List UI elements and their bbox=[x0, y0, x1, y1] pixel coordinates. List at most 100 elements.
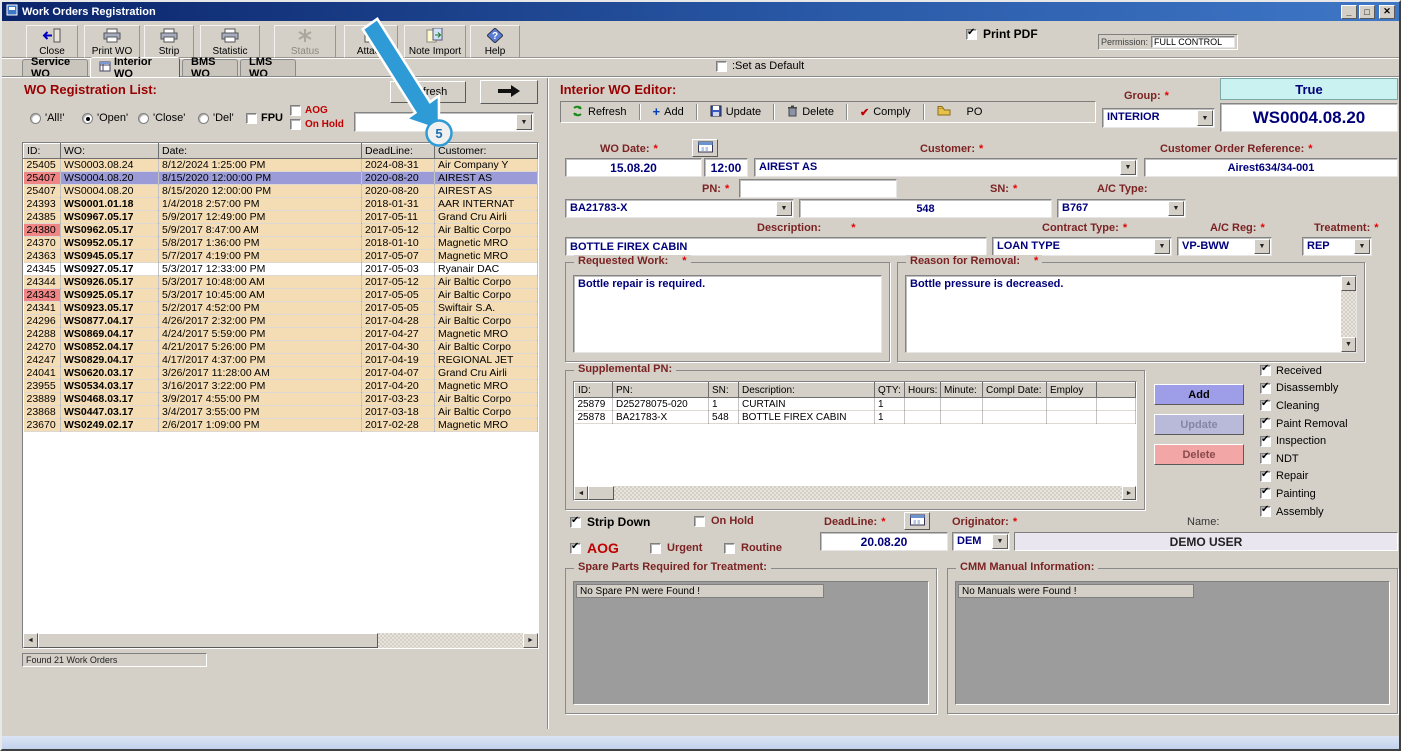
on-hold-checkbox[interactable] bbox=[694, 515, 705, 527]
reason-textarea[interactable]: Bottle pressure is decreased. ▲ ▼ bbox=[905, 275, 1357, 353]
table-row[interactable]: 24296 WS0877.04.17 4/26/2017 2:32:00 PM 201… bbox=[23, 314, 538, 328]
aog-checkbox[interactable] bbox=[570, 541, 581, 554]
print-wo-button[interactable]: Print WO bbox=[84, 25, 140, 58]
originator-dropdown[interactable]: DEM ▼ bbox=[952, 532, 1010, 551]
filter-on-hold-toggle[interactable]: On Hold bbox=[290, 119, 344, 130]
deadline-field[interactable]: 20.08.20 bbox=[820, 532, 948, 551]
chevron-down-icon[interactable]: ▼ bbox=[1197, 110, 1213, 126]
set-as-default-checkbox[interactable] bbox=[716, 60, 727, 72]
column-header[interactable]: SN: bbox=[708, 382, 739, 398]
routine-checkbox[interactable] bbox=[724, 542, 735, 554]
folder-button[interactable] bbox=[929, 103, 958, 121]
table-row[interactable]: 25407 WS0004.08.20 8/15/2020 12:00:00 PM 20… bbox=[23, 184, 538, 198]
column-header[interactable]: ID: bbox=[574, 382, 613, 398]
chevron-down-icon[interactable]: ▼ bbox=[1254, 239, 1270, 254]
scroll-right-icon[interactable]: ► bbox=[1122, 486, 1136, 500]
wo-list-hscrollbar[interactable]: ◄ ► bbox=[23, 633, 538, 648]
attach-button[interactable]: Attach bbox=[344, 25, 398, 58]
checkbox-icon[interactable] bbox=[1260, 469, 1271, 482]
filter-fpu-toggle[interactable]: FPU bbox=[246, 112, 283, 124]
aog-checkbox[interactable] bbox=[290, 105, 301, 116]
customer-order-reference-field[interactable]: Airest634/34-001 bbox=[1144, 158, 1398, 177]
treatment-checkbox-repair[interactable]: Repair bbox=[1260, 468, 1398, 486]
radio-icon[interactable] bbox=[82, 112, 93, 124]
set-as-default-toggle[interactable]: :Set as Default bbox=[716, 60, 804, 72]
table-row[interactable]: 24393 WS0001.01.18 1/4/2018 2:57:00 PM 2018… bbox=[23, 197, 538, 211]
treatment-checkbox-paint-removal[interactable]: Paint Removal bbox=[1260, 415, 1398, 433]
checkbox-icon[interactable] bbox=[1260, 504, 1271, 518]
table-row[interactable]: 24270 WS0852.04.17 4/21/2017 5:26:00 PM 201… bbox=[23, 340, 538, 354]
update-button[interactable]: Update bbox=[702, 103, 769, 121]
table-row[interactable]: 24343 WS0925.05.17 5/3/2017 10:45:00 AM 201… bbox=[23, 288, 538, 302]
tab-interior-wo[interactable]: Interior WO bbox=[90, 56, 180, 80]
chevron-down-icon[interactable]: ▼ bbox=[516, 114, 532, 130]
table-row[interactable]: 23868 WS0447.03.17 3/4/2017 3:55:00 PM 2017… bbox=[23, 405, 538, 419]
add-button[interactable]: + Add bbox=[645, 103, 691, 121]
delete-button[interactable]: Delete bbox=[780, 103, 841, 121]
table-row[interactable]: 25878 BA21783-X 548 BOTTLE FIREX CABIN 1 bbox=[574, 410, 1136, 424]
table-row[interactable]: 24247 WS0829.04.17 4/17/2017 4:37:00 PM 201… bbox=[23, 353, 538, 367]
routine-toggle[interactable]: Routine bbox=[724, 542, 782, 554]
scroll-left-icon[interactable]: ◄ bbox=[574, 486, 588, 500]
chevron-down-icon[interactable]: ▼ bbox=[1154, 239, 1170, 254]
column-header[interactable]: Date: bbox=[158, 143, 362, 159]
contract-type-dropdown[interactable]: LOAN TYPE ▼ bbox=[992, 237, 1172, 256]
help-button[interactable]: ? Help bbox=[470, 25, 520, 58]
column-header[interactable]: Minute: bbox=[940, 382, 983, 398]
comply-button[interactable]: ✔ Comply bbox=[852, 103, 918, 121]
statistic-button[interactable]: Statistic bbox=[200, 25, 260, 58]
pn-search-input[interactable] bbox=[739, 179, 897, 198]
chevron-down-icon[interactable]: ▼ bbox=[1120, 160, 1136, 175]
table-row[interactable]: 24363 WS0945.05.17 5/7/2017 4:19:00 PM 2017… bbox=[23, 249, 538, 263]
strip-button[interactable]: Strip bbox=[144, 25, 194, 58]
title-bar[interactable]: Work Orders Registration _ □ ✕ bbox=[2, 2, 1399, 21]
table-row[interactable]: 23670 WS0249.02.17 2/6/2017 1:09:00 PM 2017… bbox=[23, 418, 538, 432]
strip-down-checkbox[interactable] bbox=[570, 515, 581, 528]
treatment-checkbox-disassembly[interactable]: Disassembly bbox=[1260, 380, 1398, 398]
scroll-right-icon[interactable]: ► bbox=[523, 633, 538, 648]
scroll-up-icon[interactable]: ▲ bbox=[1341, 276, 1356, 291]
radio-icon[interactable] bbox=[30, 112, 41, 124]
customer-dropdown[interactable]: AIREST AS ▼ bbox=[754, 158, 1138, 177]
column-header[interactable]: QTY: bbox=[874, 382, 905, 398]
strip-down-toggle[interactable]: Strip Down bbox=[570, 515, 650, 529]
urgent-toggle[interactable]: Urgent bbox=[650, 542, 702, 554]
customer-filter-dropdown[interactable]: ▼ bbox=[354, 112, 534, 132]
next-arrow-button[interactable] bbox=[480, 80, 538, 104]
tab-bms-wo[interactable]: BMS WO bbox=[182, 56, 238, 80]
fpu-checkbox[interactable] bbox=[246, 112, 257, 124]
urgent-checkbox[interactable] bbox=[650, 542, 661, 554]
treatment-dropdown[interactable]: REP ▼ bbox=[1302, 237, 1372, 256]
scroll-left-icon[interactable]: ◄ bbox=[23, 633, 38, 648]
description-field[interactable]: BOTTLE FIREX CABIN bbox=[565, 237, 987, 256]
deadline-calendar-button[interactable] bbox=[904, 512, 930, 530]
print-pdf-toggle[interactable]: Print PDF bbox=[966, 27, 1038, 41]
treatment-checkbox-assembly[interactable]: Assembly bbox=[1260, 503, 1398, 521]
column-header[interactable]: ID: bbox=[23, 143, 61, 159]
column-header[interactable]: Employ bbox=[1046, 382, 1097, 398]
refresh-list-button[interactable]: Refresh bbox=[390, 81, 466, 103]
tab-lms-wo[interactable]: LMS WO bbox=[240, 56, 296, 80]
supplemental-add-button[interactable]: Add bbox=[1154, 384, 1244, 405]
table-row[interactable]: 24380 WS0962.05.17 5/9/2017 8:47:00 AM 2017… bbox=[23, 223, 538, 237]
column-header[interactable]: PN: bbox=[612, 382, 709, 398]
table-row[interactable]: 25879 D25278075-020 1 CURTAIN 1 bbox=[574, 397, 1136, 411]
wo-date-calendar-button[interactable] bbox=[692, 139, 718, 157]
actype-dropdown[interactable]: B767 ▼ bbox=[1057, 199, 1186, 218]
checkbox-icon[interactable] bbox=[1260, 398, 1271, 412]
filter-open-radio[interactable]: 'Open' bbox=[82, 112, 128, 124]
wo-date-field[interactable]: 15.08.20 bbox=[565, 158, 702, 177]
column-header[interactable]: Customer: bbox=[434, 143, 538, 159]
checkbox-icon[interactable] bbox=[1260, 434, 1271, 447]
table-row[interactable]: 25407 WS0004.08.20 8/15/2020 12:00:00 PM 20… bbox=[23, 171, 538, 185]
filter-all-radio[interactable]: 'All!' bbox=[30, 112, 64, 124]
column-header[interactable]: Description: bbox=[738, 382, 875, 398]
editor-on-hold-toggle[interactable]: On Hold bbox=[694, 515, 754, 527]
note-import-button[interactable]: Note Import bbox=[404, 25, 466, 58]
treatment-checkbox-ndt[interactable]: NDT bbox=[1260, 450, 1398, 468]
minimize-button[interactable]: _ bbox=[1341, 4, 1357, 19]
checkbox-icon[interactable] bbox=[1260, 451, 1271, 465]
checkbox-icon[interactable] bbox=[1260, 363, 1271, 377]
table-row[interactable]: 24344 WS0926.05.17 5/3/2017 10:48:00 AM 201… bbox=[23, 275, 538, 289]
chevron-down-icon[interactable]: ▼ bbox=[992, 534, 1008, 549]
